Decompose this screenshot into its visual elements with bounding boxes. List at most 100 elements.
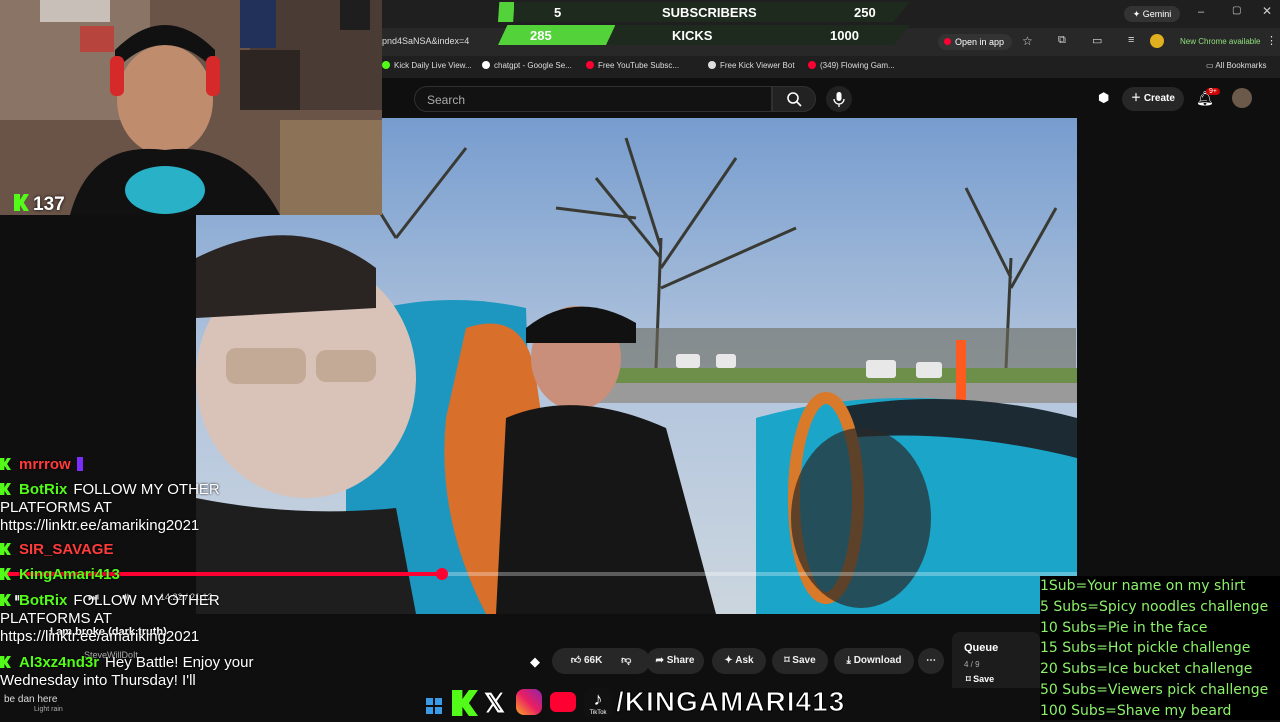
bookmark-item[interactable]: Free YouTube Subsc... [586, 61, 679, 70]
goal-item: 100 Subs=Shave my beard [1040, 702, 1232, 719]
taskbar-search[interactable]: be dan here [4, 694, 57, 705]
social-handle: /KINGAMARI413 [615, 686, 846, 718]
kick-logo-icon [14, 194, 29, 211]
ask-label: Ask [735, 655, 754, 666]
more-actions-button[interactable]: ⋯ [918, 648, 944, 674]
tiktok-icon: ♪ TikTok [584, 688, 612, 718]
bookmark-label: Kick Daily Live View... [394, 61, 472, 70]
sub-goals-list: 1Sub=Your name on my shirt 5 Subs=Spicy … [1040, 576, 1280, 720]
goal-item: 50 Subs=Viewers pick challenge [1040, 681, 1269, 698]
bookmark-label: (349) Flowing Gam... [820, 61, 895, 70]
kick-badge-icon [0, 568, 11, 580]
download-label: Download [853, 655, 902, 666]
save-label: Save [792, 655, 816, 666]
sparkle-icon: ✦ [1132, 9, 1143, 19]
minimize-button[interactable]: – [1198, 6, 1204, 18]
queue-panel[interactable]: Queue 4 / 9 ⌑ Save [952, 632, 1040, 688]
bookmark-label: Free YouTube Subsc... [598, 61, 680, 70]
kick-badge-icon [0, 594, 11, 606]
queue-save-label: Save [973, 674, 995, 684]
chat-username: SIR_SAVAGE [19, 541, 114, 558]
kicks-label: KICKS [672, 28, 713, 43]
youtube-logo-icon [550, 692, 576, 712]
microphone-icon [833, 92, 845, 107]
kicks-current: 285 [530, 28, 552, 43]
share-button[interactable]: ➦ Share [646, 648, 704, 674]
x-logo-icon: 𝕏 [484, 688, 505, 718]
chat-username: BotRix [19, 481, 68, 498]
instagram-icon [516, 689, 542, 715]
chat-message: Al3xz4nd3r Hey Battle! Enjoy your Wednesd… [0, 654, 262, 690]
kick-icon [382, 61, 390, 69]
bookmark-item[interactable]: Kick Daily Live View... [382, 61, 472, 70]
subscribers-progress-fill [498, 2, 515, 22]
chat-username: mrrrow [19, 456, 71, 473]
bookmark-label: Free Kick Viewer Bot [720, 61, 795, 70]
list-icon[interactable]: ≡ [1128, 34, 1134, 46]
profile-avatar-icon[interactable] [1150, 34, 1164, 48]
gem-icon[interactable]: ◆ [530, 654, 540, 670]
youtube-icon [944, 38, 951, 45]
menu-dots-icon[interactable]: ⋮ [1266, 34, 1277, 47]
kick-badge-icon [0, 656, 11, 668]
search-button[interactable] [772, 86, 816, 112]
social-handle-bar: 𝕏 ♪ TikTok /KINGAMARI413 [440, 686, 880, 720]
like-dislike-group: 👍︎ 66K 👎︎ [552, 648, 650, 674]
subs-current: 5 [554, 5, 562, 20]
search-input[interactable]: Search [414, 86, 772, 112]
bookmark-item[interactable]: (349) Flowing Gam... [808, 61, 895, 70]
kicks-goal-row: 285 KICKS 1000 [498, 25, 910, 45]
scrubber-handle[interactable] [435, 568, 448, 580]
goal-item: 5 Subs=Spicy noodles challenge [1040, 598, 1269, 615]
viewer-count: 137 [33, 194, 65, 215]
thumbs-up-icon[interactable]: 👍︎ [571, 655, 584, 666]
save-button[interactable]: ⌑ Save [772, 648, 828, 674]
kick-badge-icon [0, 483, 11, 495]
account-avatar[interactable] [1232, 88, 1252, 108]
chat-message: BotRix FOLLOW MY OTHER PLATFORMS AT https… [0, 592, 240, 646]
open-in-app-button[interactable]: Open in app [938, 34, 1012, 50]
weather-label: Light rain [34, 706, 63, 713]
queue-save-button[interactable]: ⌑ Save [966, 674, 994, 685]
goal-item: 1Sub=Your name on my shirt [1040, 578, 1246, 594]
voice-search-button[interactable] [826, 86, 852, 112]
share-icon: ➦ [655, 655, 667, 666]
youtube-icon [586, 61, 594, 69]
download-button[interactable]: ⤓ Download [834, 648, 914, 674]
goal-counter: 5 SUBSCRIBERS 250 285 KICKS 1000 [498, 2, 910, 45]
gemini-button[interactable]: ✦ Gemini [1124, 6, 1180, 22]
queue-title: Queue [964, 642, 999, 654]
kick-viewer-count: 137 [14, 194, 65, 215]
extensions-icon[interactable]: ⧉ [1058, 34, 1066, 47]
subs-label: SUBSCRIBERS [662, 5, 757, 20]
bookmark-item[interactable]: chatgpt - Google Se... [482, 61, 572, 70]
download-icon: ⤓ [846, 655, 854, 666]
star-icon[interactable]: ☆ [1022, 34, 1033, 48]
bookmark-item[interactable]: Free Kick Viewer Bot [708, 61, 795, 70]
google-icon [482, 61, 490, 69]
emote-icon [76, 457, 83, 471]
create-button[interactable]: ＋ Create [1122, 87, 1184, 111]
chat-message: SIR_SAVAGE [0, 541, 119, 559]
ask-button[interactable]: ✦ Ask [712, 648, 766, 674]
bookmarks-bar: Kick Daily Live View... chatgpt - Google… [382, 56, 1280, 78]
video-progress-track[interactable] [0, 572, 1077, 576]
close-window-button[interactable]: ✕ [1262, 4, 1272, 18]
chat-message: KingAmari413 [0, 566, 126, 584]
like-count[interactable]: 66K [584, 655, 602, 666]
thumbs-down-icon[interactable]: 👎︎ [621, 655, 631, 666]
notification-badge: 9+ [1206, 88, 1220, 95]
bookmark-label: chatgpt - Google Se... [494, 61, 572, 70]
more-icon: ⋯ [926, 655, 936, 666]
new-chrome-label[interactable]: New Chrome available [1180, 37, 1260, 46]
goal-item: 20 Subs=Ice bucket challenge [1040, 661, 1253, 678]
maximize-button[interactable]: ▢ [1232, 5, 1241, 16]
create-video-icon[interactable]: ⬢ [1098, 90, 1109, 106]
open-in-app-label: Open in app [955, 37, 1005, 47]
youtube-icon [808, 61, 816, 69]
queue-position: 4 / 9 [964, 660, 980, 669]
chat-message: mrrrow [0, 456, 83, 474]
cast-icon[interactable]: ▭ [1092, 34, 1102, 47]
chat-username: BotRix [19, 592, 68, 609]
all-bookmarks-button[interactable]: ▭ All Bookmarks [1206, 61, 1266, 70]
